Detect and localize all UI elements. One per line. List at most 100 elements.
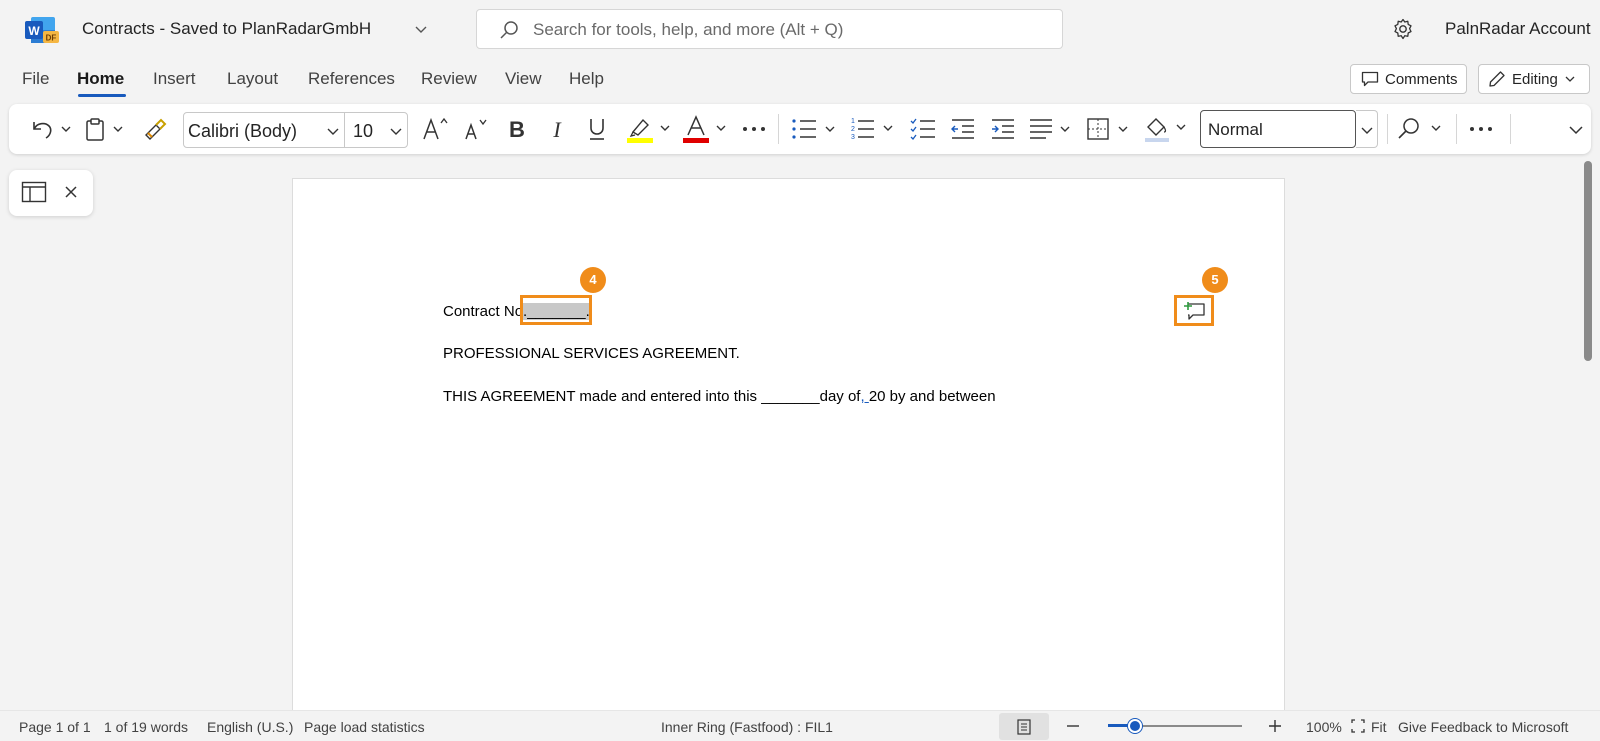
more-icon — [1470, 127, 1492, 131]
chevron-down-icon[interactable] — [326, 124, 340, 138]
search-icon — [1398, 118, 1441, 139]
page-count[interactable]: Page 1 of 1 — [19, 719, 91, 735]
shrink-font-icon — [465, 119, 487, 140]
agreement-intro-line[interactable]: THIS AGREEMENT made and entered into thi… — [443, 388, 996, 405]
format-painter-button[interactable] — [139, 104, 171, 154]
font-name-value: Calibri (Body) — [188, 121, 298, 141]
gear-icon[interactable] — [1392, 18, 1414, 40]
italic-button[interactable]: I — [539, 104, 575, 154]
tab-file[interactable]: File — [22, 69, 49, 89]
font-color-button[interactable] — [679, 104, 735, 154]
font-color-icon — [683, 115, 726, 143]
bold-button[interactable]: B — [499, 104, 535, 154]
new-comment-icon[interactable] — [1184, 301, 1206, 321]
document-page[interactable]: Contract No._______. PROFESSIONAL SERVIC… — [292, 178, 1285, 741]
navigation-pane-icon[interactable] — [21, 181, 47, 203]
zoom-in-icon[interactable] — [1268, 719, 1282, 733]
decrease-indent-icon — [951, 119, 974, 139]
word-count[interactable]: 1 of 19 words — [104, 719, 188, 735]
alignment-button[interactable] — [1025, 104, 1081, 154]
svg-text:B: B — [509, 117, 525, 141]
title-bar: W DF Contracts - Saved to PlanRadarGmbH … — [0, 0, 1600, 60]
italic-icon: I — [552, 117, 562, 141]
increase-indent-button[interactable] — [985, 104, 1021, 154]
chevron-down-icon — [1565, 76, 1575, 82]
increase-indent-icon — [992, 119, 1014, 139]
grow-font-button[interactable] — [417, 104, 453, 154]
expand-ribbon-button[interactable] — [1561, 104, 1591, 154]
tab-help[interactable]: Help — [569, 69, 604, 89]
search-input[interactable]: Search for tools, help, and more (Alt + … — [533, 20, 843, 40]
clipboard-icon — [86, 118, 123, 141]
tab-view[interactable]: View — [505, 69, 542, 89]
checklist-icon — [910, 118, 935, 140]
intro-text: THIS AGREEMENT made and entered into thi… — [443, 388, 861, 405]
numbering-button[interactable]: 123 — [845, 104, 903, 154]
svg-text:2: 2 — [851, 126, 855, 133]
more-icon — [743, 127, 765, 131]
document-view-icon — [1017, 719, 1031, 735]
feedback-link[interactable]: Give Feedback to Microsoft — [1398, 719, 1568, 735]
document-title[interactable]: Contracts - Saved to PlanRadarGmbH — [82, 19, 371, 39]
editing-mode-button[interactable]: Editing — [1478, 64, 1590, 94]
style-dropdown-button[interactable] — [1356, 110, 1378, 148]
svg-text:DF: DF — [46, 34, 57, 43]
underline-icon — [590, 119, 604, 140]
chevron-down-icon[interactable] — [414, 22, 428, 36]
vertical-scrollbar[interactable] — [1584, 161, 1592, 361]
align-left-icon — [1030, 119, 1070, 139]
account-name[interactable]: PalnRadar Account — [1445, 19, 1591, 39]
svg-text:1: 1 — [851, 118, 855, 125]
side-pane-toolbar — [9, 170, 93, 216]
zoom-slider-track[interactable] — [1108, 719, 1242, 733]
tab-references[interactable]: References — [308, 69, 395, 89]
month-field[interactable]: , — [860, 388, 868, 405]
ring-info: Inner Ring (Fastfood) : FIL1 — [661, 719, 833, 735]
shrink-font-button[interactable] — [457, 104, 493, 154]
underline-button[interactable] — [579, 104, 615, 154]
zoom-out-icon[interactable] — [1066, 719, 1080, 733]
agreement-heading[interactable]: PROFESSIONAL SERVICES AGREEMENT. — [443, 345, 740, 362]
ribbon-separator — [1510, 114, 1511, 144]
style-field[interactable]: Normal — [1200, 110, 1356, 148]
close-icon[interactable] — [64, 185, 78, 199]
search-box[interactable]: Search for tools, help, and more (Alt + … — [476, 9, 1063, 49]
intro-text-end: 20 by and between — [868, 388, 996, 405]
bullet-list-icon — [792, 119, 835, 139]
ribbon-separator — [1387, 114, 1388, 144]
fit-icon — [1351, 719, 1365, 733]
decrease-indent-button[interactable] — [945, 104, 981, 154]
tab-home[interactable]: Home — [77, 69, 124, 89]
paste-button[interactable] — [83, 104, 129, 154]
more-options-button[interactable] — [1461, 104, 1501, 154]
word-icon[interactable]: W DF — [25, 17, 59, 43]
zoom-slider-thumb[interactable] — [1128, 719, 1142, 733]
tab-insert[interactable]: Insert — [153, 69, 196, 89]
step-badge-4: 4 — [580, 267, 606, 293]
language[interactable]: English (U.S.) — [207, 719, 293, 735]
bullets-button[interactable] — [787, 104, 845, 154]
svg-text:3: 3 — [851, 134, 855, 141]
checklist-button[interactable] — [905, 104, 941, 154]
font-size-field[interactable]: 10 — [344, 112, 408, 148]
chevron-down-icon — [1361, 127, 1373, 134]
chevron-down-icon[interactable] — [389, 124, 403, 138]
more-font-options-button[interactable] — [739, 104, 769, 154]
borders-button[interactable] — [1083, 104, 1139, 154]
comments-button[interactable]: Comments — [1350, 64, 1467, 94]
shading-button[interactable] — [1141, 104, 1197, 154]
highlight-box-4 — [520, 295, 592, 325]
tab-review[interactable]: Review — [421, 69, 477, 89]
contract-number-label: Contract No — [443, 303, 524, 320]
bold-icon: B — [509, 117, 525, 141]
highlight-color-button[interactable] — [623, 104, 679, 154]
undo-button[interactable] — [21, 104, 81, 154]
tab-layout[interactable]: Layout — [227, 69, 278, 89]
fit-button[interactable]: Fit — [1371, 719, 1387, 735]
print-layout-view-button[interactable] — [999, 713, 1049, 740]
font-name-field[interactable]: Calibri (Body) — [183, 112, 345, 148]
zoom-level[interactable]: 100% — [1306, 719, 1342, 735]
page-load-statistics[interactable]: Page load statistics — [304, 719, 425, 735]
active-tab-indicator — [78, 94, 126, 97]
find-button[interactable] — [1393, 104, 1451, 154]
